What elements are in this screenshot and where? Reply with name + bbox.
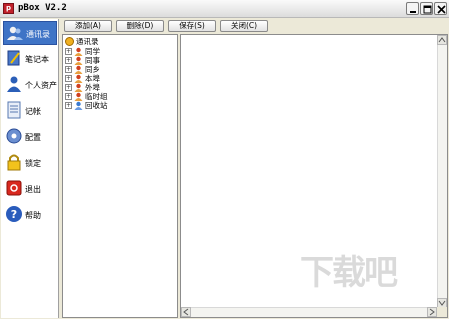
- tree-item[interactable]: + 同事: [65, 56, 175, 65]
- tree-item[interactable]: + 外埠: [65, 83, 175, 92]
- group-icon: [74, 83, 83, 92]
- tree-item[interactable]: + 同乡: [65, 65, 175, 74]
- notebook-icon: [7, 50, 20, 66]
- tree-item-label: 同学: [85, 47, 100, 56]
- chevron-up-icon: [438, 37, 446, 43]
- sidebar-item-ledger[interactable]: 记帐: [3, 99, 57, 123]
- sidebar-item-label: 记帐: [25, 107, 41, 116]
- tree-item-label: 同事: [85, 56, 100, 65]
- scroll-left-button[interactable]: [181, 307, 191, 317]
- app-logo-icon: p: [3, 3, 14, 14]
- watermark-logo: 下载吧: [300, 245, 398, 294]
- app-window: p pBox V2.2 通讯录 笔记本 个人资产 记帐 配置 锁定 退出 ? 帮…: [0, 0, 449, 319]
- sidebar-item-lock[interactable]: 锁定: [3, 151, 57, 175]
- sidebar-item-label: 个人资产: [25, 81, 57, 90]
- contacts-icon: [7, 26, 23, 40]
- expand-toggle-icon[interactable]: +: [65, 75, 72, 82]
- delete-button[interactable]: 删除(D): [116, 20, 164, 32]
- expand-toggle-icon[interactable]: +: [65, 48, 72, 55]
- chevron-right-icon: [429, 308, 435, 316]
- tree-root-label: 通讯录: [76, 37, 99, 46]
- ledger-icon: [7, 101, 21, 119]
- scroll-corner: [437, 307, 447, 317]
- save-button[interactable]: 保存(S): [168, 20, 216, 32]
- title-bar[interactable]: p pBox V2.2: [0, 0, 449, 18]
- sidebar: 通讯录 笔记本 个人资产 记帐 配置 锁定 退出 ? 帮助: [1, 19, 59, 318]
- sidebar-item-label: 帮助: [25, 211, 41, 220]
- svg-text:?: ?: [11, 208, 17, 221]
- tree-item[interactable]: + 本埠: [65, 74, 175, 83]
- sidebar-item-assets[interactable]: 个人资产: [3, 73, 57, 97]
- expand-toggle-icon[interactable]: +: [65, 102, 72, 109]
- lock-icon: [7, 154, 21, 171]
- scroll-up-button[interactable]: [437, 35, 447, 45]
- tree-root[interactable]: 通讯录: [65, 37, 175, 46]
- tree-item-label: 回收站: [85, 101, 108, 110]
- chevron-down-icon: [438, 300, 446, 306]
- gear-icon: [6, 128, 22, 144]
- group-icon: [74, 74, 83, 83]
- sidebar-item-label: 退出: [25, 185, 41, 194]
- minimize-button[interactable]: [406, 2, 419, 15]
- sidebar-item-label: 锁定: [25, 159, 41, 168]
- help-icon: ?: [6, 206, 22, 222]
- sidebar-item-label: 通讯录: [26, 30, 50, 39]
- expand-toggle-icon[interactable]: +: [65, 84, 72, 91]
- group-icon: [74, 56, 83, 65]
- group-icon: [74, 65, 83, 74]
- watermark-text: 下载吧: [300, 253, 398, 293]
- contacts-tree[interactable]: 通讯录 + 同学 + 同事 + 同乡 + 本埠 + 外埠 + 临时组 + 回收站: [62, 34, 178, 318]
- chevron-left-icon: [183, 308, 189, 316]
- expand-toggle-icon[interactable]: +: [65, 57, 72, 64]
- recycle-bin-icon: [74, 101, 83, 110]
- sidebar-item-exit[interactable]: 退出: [3, 177, 57, 201]
- sidebar-item-contacts[interactable]: 通讯录: [3, 21, 57, 45]
- expand-toggle-icon[interactable]: +: [65, 66, 72, 73]
- close-window-button[interactable]: [434, 2, 447, 15]
- tree-item-label: 临时组: [85, 92, 108, 101]
- scroll-right-button[interactable]: [427, 307, 437, 317]
- tree-item[interactable]: + 同学: [65, 47, 175, 56]
- horizontal-scrollbar[interactable]: [181, 307, 437, 317]
- close-button[interactable]: 关闭(C): [220, 20, 268, 32]
- address-book-icon: [65, 37, 74, 46]
- maximize-button[interactable]: [420, 2, 433, 15]
- tree-item[interactable]: + 回收站: [65, 101, 175, 110]
- tree-item-label: 本埠: [85, 74, 100, 83]
- window-title: pBox V2.2: [18, 3, 67, 13]
- sidebar-item-label: 笔记本: [25, 55, 49, 64]
- toolbar: 添加(A) 删除(D) 保存(S) 关闭(C): [60, 19, 449, 33]
- add-button[interactable]: 添加(A): [64, 20, 112, 32]
- sidebar-item-help[interactable]: ? 帮助: [3, 203, 57, 227]
- tree-item[interactable]: + 临时组: [65, 92, 175, 101]
- maximize-icon: [423, 5, 432, 14]
- sidebar-item-notebook[interactable]: 笔记本: [3, 47, 57, 71]
- exit-icon: [6, 180, 22, 196]
- group-icon: [74, 92, 83, 101]
- vertical-scrollbar[interactable]: [437, 35, 447, 308]
- minimize-icon: [410, 11, 416, 13]
- sidebar-item-label: 配置: [25, 133, 41, 142]
- assets-icon: [7, 76, 21, 92]
- tree-item-label: 外埠: [85, 83, 100, 92]
- sidebar-item-config[interactable]: 配置: [3, 125, 57, 149]
- close-icon: [437, 5, 446, 14]
- group-icon: [74, 47, 83, 56]
- tree-item-label: 同乡: [85, 65, 100, 74]
- expand-toggle-icon[interactable]: +: [65, 93, 72, 100]
